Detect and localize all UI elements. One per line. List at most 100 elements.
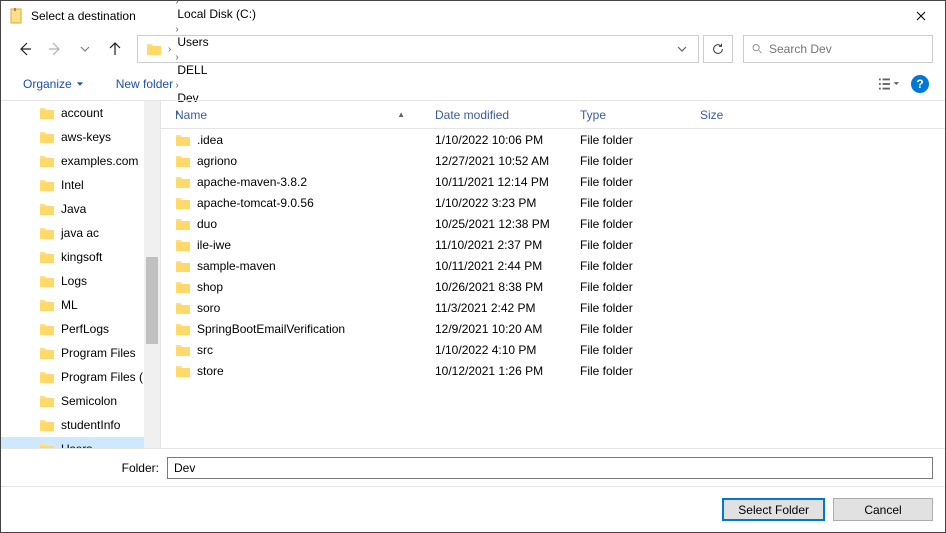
folder-icon xyxy=(175,280,191,294)
address-bar[interactable]: › This PC›Local Disk (C:)›Users›DELL›Dev… xyxy=(137,35,699,63)
column-header-name[interactable]: Name▲ xyxy=(175,108,435,122)
folder-icon xyxy=(39,178,55,192)
address-history-dropdown[interactable] xyxy=(670,37,694,61)
file-date: 12/9/2021 10:20 AM xyxy=(435,322,580,336)
back-button[interactable] xyxy=(13,37,37,61)
organize-menu[interactable]: Organize xyxy=(17,73,90,95)
tree-item[interactable]: studentInfo xyxy=(1,413,160,437)
tree-item[interactable]: examples.com xyxy=(1,149,160,173)
file-date: 10/25/2021 12:38 PM xyxy=(435,217,580,231)
list-item[interactable]: apache-maven-3.8.210/11/2021 12:14 PMFil… xyxy=(161,171,945,192)
search-input[interactable] xyxy=(769,42,924,56)
folder-icon xyxy=(175,301,191,315)
tree-item[interactable]: Program Files ( xyxy=(1,365,160,389)
tree-item[interactable]: java ac xyxy=(1,221,160,245)
file-type: File folder xyxy=(580,259,700,273)
folder-icon xyxy=(39,202,55,216)
file-name: store xyxy=(197,364,224,378)
tree-item[interactable]: Program Files xyxy=(1,341,160,365)
file-name: src xyxy=(197,343,213,357)
forward-button[interactable] xyxy=(43,37,67,61)
chevron-down-icon xyxy=(677,44,687,54)
folder-icon xyxy=(175,133,191,147)
list-item[interactable]: src1/10/2022 4:10 PMFile folder xyxy=(161,339,945,360)
folder-bar: Folder: xyxy=(1,448,945,486)
folder-icon xyxy=(175,364,191,378)
tree-item[interactable]: Users xyxy=(1,437,160,448)
column-header-type[interactable]: Type xyxy=(580,108,700,122)
file-name: apache-tomcat-9.0.56 xyxy=(197,196,314,210)
file-date: 1/10/2022 10:06 PM xyxy=(435,133,580,147)
folder-icon xyxy=(39,442,55,448)
folder-icon xyxy=(146,42,162,56)
tree-item[interactable]: PerfLogs xyxy=(1,317,160,341)
file-list[interactable]: .idea1/10/2022 10:06 PMFile folderagrion… xyxy=(161,129,945,448)
file-name: ile-iwe xyxy=(197,238,231,252)
tree-item[interactable]: ML xyxy=(1,293,160,317)
folder-input[interactable] xyxy=(167,457,933,479)
app-icon xyxy=(9,8,25,24)
file-name: SpringBootEmailVerification xyxy=(197,322,345,336)
chevron-down-icon xyxy=(76,80,84,88)
refresh-button[interactable] xyxy=(703,35,733,63)
file-type: File folder xyxy=(580,238,700,252)
folder-tree[interactable]: accountaws-keysexamples.comIntelJava java… xyxy=(1,101,161,448)
folder-icon xyxy=(39,274,55,288)
file-type: File folder xyxy=(580,280,700,294)
recent-dropdown[interactable] xyxy=(73,37,97,61)
tree-item-label: PerfLogs xyxy=(61,322,109,336)
close-button[interactable] xyxy=(898,1,943,31)
sort-indicator-icon: ▲ xyxy=(397,110,405,119)
folder-icon xyxy=(175,175,191,189)
breadcrumb-item[interactable]: Users xyxy=(173,35,260,49)
new-folder-button[interactable]: New folder xyxy=(110,73,179,95)
list-item[interactable]: .idea1/10/2022 10:06 PMFile folder xyxy=(161,129,945,150)
main-area: accountaws-keysexamples.comIntelJava java… xyxy=(1,101,945,448)
file-type: File folder xyxy=(580,343,700,357)
file-type: File folder xyxy=(580,364,700,378)
tree-item-label: java ac xyxy=(61,226,99,240)
list-item[interactable]: apache-tomcat-9.0.561/10/2022 3:23 PMFil… xyxy=(161,192,945,213)
folder-icon xyxy=(39,346,55,360)
footer: Select Folder Cancel xyxy=(1,486,945,532)
tree-scroll-thumb[interactable] xyxy=(146,257,158,344)
folder-icon xyxy=(175,343,191,357)
tree-item[interactable]: aws-keys xyxy=(1,125,160,149)
tree-item[interactable]: kingsoft xyxy=(1,245,160,269)
column-header-date[interactable]: Date modified xyxy=(435,108,580,122)
list-item[interactable]: duo10/25/2021 12:38 PMFile folder xyxy=(161,213,945,234)
tree-item[interactable]: account xyxy=(1,101,160,125)
select-folder-button[interactable]: Select Folder xyxy=(722,498,825,521)
file-name: agriono xyxy=(197,154,237,168)
folder-icon xyxy=(175,238,191,252)
tree-item[interactable]: Logs xyxy=(1,269,160,293)
list-item[interactable]: SpringBootEmailVerification 12/9/2021 10:… xyxy=(161,318,945,339)
chevron-down-icon xyxy=(80,44,90,54)
file-type: File folder xyxy=(580,322,700,336)
view-icon xyxy=(878,76,900,92)
folder-icon xyxy=(39,394,55,408)
folder-icon xyxy=(175,196,191,210)
list-item[interactable]: soro11/3/2021 2:42 PMFile folder xyxy=(161,297,945,318)
file-name: soro xyxy=(197,301,220,315)
tree-item[interactable]: Java xyxy=(1,197,160,221)
folder-icon xyxy=(39,130,55,144)
up-button[interactable] xyxy=(103,37,127,61)
view-options-button[interactable] xyxy=(875,72,903,96)
list-item[interactable]: sample-maven10/11/2021 2:44 PMFile folde… xyxy=(161,255,945,276)
close-icon xyxy=(916,11,926,21)
breadcrumb-item[interactable]: Local Disk (C:) xyxy=(173,7,260,21)
list-item[interactable]: shop10/26/2021 8:38 PMFile folder xyxy=(161,276,945,297)
list-item[interactable]: ile-iwe11/10/2021 2:37 PMFile folder xyxy=(161,234,945,255)
cancel-button[interactable]: Cancel xyxy=(833,498,933,521)
tree-item[interactable]: Semicolon xyxy=(1,389,160,413)
column-header-size[interactable]: Size xyxy=(700,108,770,122)
list-item[interactable]: agriono12/27/2021 10:52 AMFile folder xyxy=(161,150,945,171)
tree-item-label: Users xyxy=(61,442,92,448)
help-button[interactable]: ? xyxy=(911,75,929,93)
search-box[interactable] xyxy=(743,35,933,63)
file-type: File folder xyxy=(580,175,700,189)
tree-item[interactable]: Intel xyxy=(1,173,160,197)
tree-scrollbar[interactable] xyxy=(144,101,160,448)
list-item[interactable]: store10/12/2021 1:26 PMFile folder xyxy=(161,360,945,381)
